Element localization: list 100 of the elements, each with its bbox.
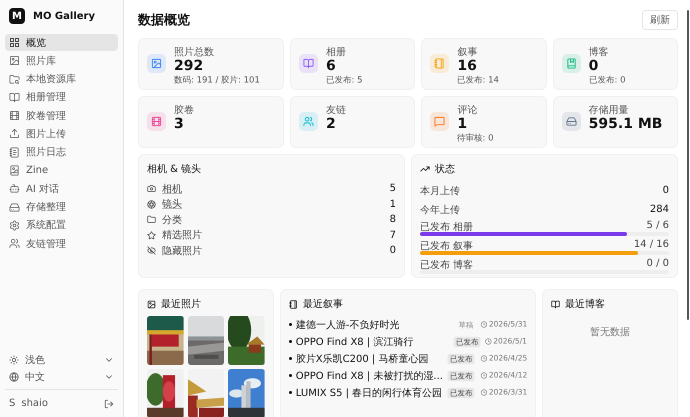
- drive-icon: [9, 202, 20, 213]
- panel-title: 最近叙事: [302, 298, 343, 311]
- stat-value: 1: [457, 116, 468, 133]
- row-label: 精选照片: [162, 228, 203, 242]
- stat-value: 292: [174, 58, 204, 75]
- sidebar-item[interactable]: Zine: [5, 162, 118, 180]
- app-logo: M: [9, 8, 25, 24]
- book-icon: [551, 300, 560, 308]
- stat-label: 存储用量: [588, 105, 630, 116]
- stat-value: 6: [326, 58, 337, 75]
- stat-value: 595.1 MB: [588, 116, 662, 133]
- stat-value: 0: [588, 58, 600, 75]
- count: 1: [390, 198, 396, 210]
- panel-title: 状态: [435, 162, 455, 176]
- progress-label: 已发布 博客: [420, 258, 474, 270]
- user-name: shaio: [21, 398, 49, 409]
- theme-selector[interactable]: 浅色: [25, 352, 98, 366]
- users-icon: [9, 238, 20, 250]
- bullet-icon: [288, 374, 292, 377]
- progress-reading: 0 / 0: [646, 258, 669, 270]
- sidebar-item[interactable]: 概览: [5, 34, 118, 51]
- bookmark-icon: [566, 58, 577, 69]
- sidebar-item[interactable]: 存储整理: [5, 198, 118, 216]
- sidebar-item[interactable]: 友链管理: [5, 235, 118, 252]
- image-icon: [151, 58, 162, 69]
- count: 284: [650, 204, 669, 215]
- stat-label: 评论: [457, 105, 478, 116]
- message-icon: [434, 116, 446, 127]
- story-title[interactable]: OPPO Find X8 | 未被打扰的湿...: [296, 368, 443, 382]
- bullet-icon: [288, 323, 292, 326]
- drive-icon: [566, 116, 577, 127]
- image-icon: [147, 300, 156, 308]
- stat-subtext: 待审核: 0: [457, 134, 494, 144]
- count: 7: [390, 230, 396, 241]
- stat-value: 2: [326, 116, 337, 133]
- panel-title: 相机 & 镜头: [147, 162, 202, 176]
- sidebar-item[interactable]: 胶卷管理: [5, 107, 118, 124]
- notebook-icon: [288, 300, 298, 308]
- panel-title: 最近博客: [565, 298, 606, 311]
- row-label: 今年上传: [420, 204, 461, 216]
- book-image-icon: [9, 165, 20, 176]
- story-title[interactable]: OPPO Find X8 | 滨江骑行: [296, 334, 450, 348]
- panel-title: 最近照片: [161, 298, 201, 311]
- language-selector[interactable]: 中文: [25, 370, 98, 384]
- star-icon: [147, 230, 156, 240]
- stat-label: 友链: [326, 105, 346, 116]
- sun-icon: [9, 354, 19, 364]
- eye-off-icon: [147, 246, 156, 256]
- progress-reading: 5 / 6: [646, 220, 669, 232]
- user-avatar: S: [9, 398, 16, 409]
- row-label: 分类: [162, 214, 183, 227]
- film-icon: [9, 110, 20, 122]
- row-label: 隐藏照片: [162, 244, 203, 258]
- link[interactable]: 镜头: [162, 197, 384, 212]
- book-icon: [9, 92, 20, 103]
- sidebar-item[interactable]: 照片日志: [5, 144, 118, 161]
- sidebar-item[interactable]: AI 对话: [5, 180, 118, 198]
- bullet-icon: [288, 357, 292, 360]
- sidebar-item[interactable]: 系统配置: [5, 216, 118, 234]
- app-name: MO Gallery: [33, 10, 95, 22]
- count: 0: [390, 245, 396, 256]
- notebook-icon: [9, 146, 20, 158]
- bot-icon: [9, 183, 20, 194]
- logout-icon[interactable]: [104, 398, 114, 408]
- grid-icon: [9, 37, 20, 48]
- aperture-icon: [147, 200, 156, 209]
- bullet-icon: [288, 391, 292, 394]
- stat-label: 相册: [326, 47, 347, 58]
- stat-subtext: 已发布: 14: [457, 76, 500, 86]
- count: 8: [390, 214, 396, 226]
- sidebar-item[interactable]: 本地资源库: [5, 70, 118, 88]
- stat-subtext: 已发布: 5: [326, 76, 362, 86]
- count: 0: [662, 185, 669, 196]
- stat-value: 16: [457, 58, 478, 75]
- progress-reading: 14 / 16: [634, 239, 669, 251]
- link[interactable]: 相机: [162, 182, 384, 196]
- stat-value: 3: [174, 116, 185, 133]
- settings-icon: [9, 220, 20, 231]
- sidebar-item[interactable]: 图片上传: [5, 125, 118, 142]
- sidebar-item[interactable]: 照片库: [5, 52, 118, 70]
- stat-subtext: 已发布: 0: [588, 76, 626, 86]
- globe-icon: [9, 372, 19, 382]
- users-icon: [303, 116, 314, 127]
- sidebar-item[interactable]: 相册管理: [5, 88, 118, 106]
- story-title[interactable]: LUMIX S5 | 春日的闲行体育公园: [296, 386, 443, 400]
- folder-search-icon: [9, 74, 20, 85]
- scrollbar[interactable]: [687, 10, 689, 320]
- camera-icon: [147, 184, 156, 194]
- refresh-button[interactable]: 刷新: [642, 10, 678, 30]
- empty-message: 暂无数据: [589, 326, 632, 339]
- progress-label: 已发布 叙事: [420, 240, 474, 251]
- story-title[interactable]: 建德一人游-不负好时光: [296, 318, 453, 332]
- stat-label: 胶卷: [174, 105, 194, 116]
- page-title: 数据概览: [138, 12, 190, 29]
- row-label: 本月上传: [420, 184, 461, 198]
- film-icon: [151, 116, 162, 127]
- count: 5: [390, 183, 396, 194]
- stat-label: 博客: [588, 47, 610, 58]
- stat-label: 照片总数: [174, 47, 215, 58]
- story-title[interactable]: 胶片X乐凯C200 | 马桥童心园: [296, 352, 443, 366]
